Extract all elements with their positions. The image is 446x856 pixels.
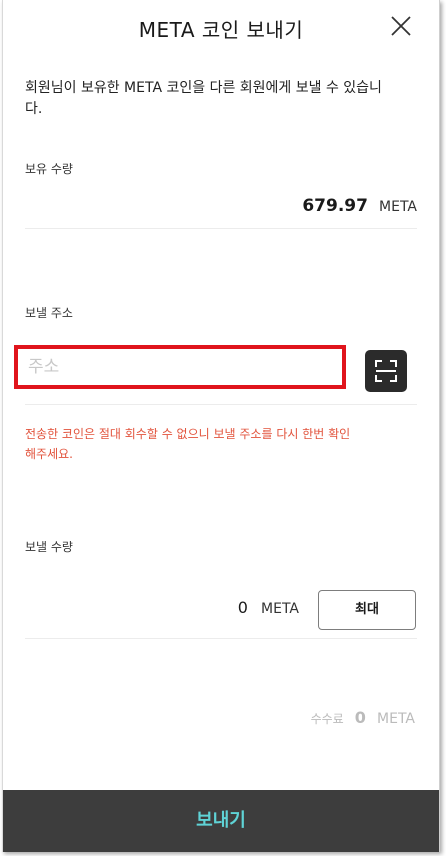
address-label: 보낼 주소 <box>25 306 73 320</box>
warning-text: 전송한 코인은 절대 회수할 수 없으니 보낼 주소를 다시 한번 확인해주세요… <box>25 427 351 461</box>
page-title: META 코인 보내기 <box>138 18 304 42</box>
qr-scan-button[interactable] <box>365 350 407 392</box>
balance-display: 679.97 META <box>25 196 417 216</box>
send-coin-modal: META 코인 보내기 회원님이 보유한 META 코인을 다른 회원에게 보낼… <box>2 0 440 852</box>
send-button[interactable]: 보내기 <box>3 790 439 852</box>
close-icon <box>391 16 411 36</box>
close-button[interactable] <box>389 14 413 38</box>
divider <box>25 404 417 405</box>
max-button[interactable]: 최대 <box>318 590 416 630</box>
balance-unit: META <box>379 199 417 215</box>
amount-value: 0 <box>237 598 248 617</box>
divider <box>25 638 417 639</box>
amount-label: 보낼 수량 <box>25 540 73 554</box>
address-input[interactable] <box>14 345 346 389</box>
amount-row: 0 META 최대 <box>3 590 439 630</box>
fee-unit: META <box>377 711 415 727</box>
description-text: 회원님이 보유한 META 코인을 다른 회원에게 보낼 수 있습니다. <box>25 80 382 117</box>
divider <box>25 228 417 229</box>
modal-header: META 코인 보내기 <box>3 0 439 56</box>
balance-value: 679.97 <box>302 196 368 216</box>
fee-display: 수수료 0 META <box>311 708 415 727</box>
fee-label: 수수료 <box>310 712 344 726</box>
fee-value: 0 <box>354 708 366 727</box>
amount-input[interactable]: 0 META <box>238 598 299 617</box>
balance-label: 보유 수량 <box>25 162 73 176</box>
qr-scan-icon <box>375 360 397 382</box>
amount-unit: META <box>261 601 299 617</box>
